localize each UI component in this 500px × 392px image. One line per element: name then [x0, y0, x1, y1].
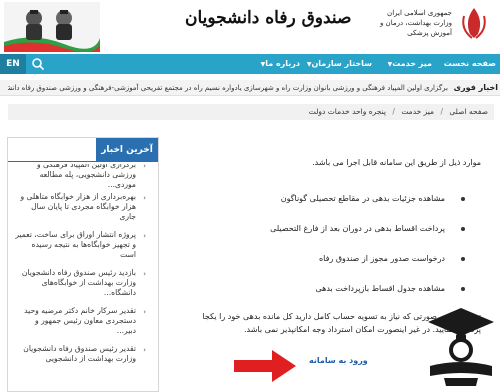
- option-item: پرداخت اقساط بدهی در دوران بعد از فارغ ا…: [270, 224, 465, 233]
- nav-org-structure[interactable]: ساختار سازمان▼: [304, 54, 372, 74]
- nav-service-desk[interactable]: میز خدمت▼: [385, 54, 432, 74]
- bullet-icon: [461, 256, 465, 261]
- news-item[interactable]: ‹ برگزاری اولین المپیاد فرهنگی و ورزشی دا…: [14, 164, 146, 190]
- news-item-text: بازدید رئیس صندوق رفاه دانشجویان وزارت ب…: [21, 268, 136, 297]
- news-item[interactable]: ‹ تقدیر سرکار خانم دکتر مرضیه وحید دستجرد…: [14, 306, 146, 336]
- language-button[interactable]: EN: [0, 54, 26, 74]
- news-item[interactable]: ‹ بازدید رئیس صندوق رفاه دانشجویان وزارت …: [14, 268, 146, 298]
- danyaar-watermark-logo: [428, 308, 494, 386]
- gov-line-1: جمهوری اسلامی ایران: [387, 9, 452, 17]
- option-label: مشاهده جزئیات بدهی در مقاطع تحصیلی گوناگ…: [280, 194, 445, 203]
- ticker-text[interactable]: برگزاری اولین المپیاد فرهنگی و ورزشی بان…: [8, 80, 448, 96]
- news-item-text: تقدیر سرکار خانم دکتر مرضیه وحید دستجردی…: [24, 306, 136, 335]
- iran-emblem-icon: [462, 8, 486, 39]
- option-label: پرداخت اقساط بدهی در دوران بعد از فارغ ا…: [270, 224, 445, 233]
- news-ticker: اخبار فوری برگزاری اولین المپیاد فرهنگی …: [0, 80, 500, 96]
- news-item-text: تقدیر رئیس صندوق رفاه دانشجویان وزارت به…: [23, 344, 136, 363]
- breadcrumb-home[interactable]: صفحه اصلی: [449, 107, 488, 116]
- nav-about-label: درباره ما: [265, 59, 300, 68]
- red-arrow-icon: [234, 350, 296, 382]
- breadcrumb-service-desk[interactable]: میز خدمت: [401, 107, 434, 116]
- nav-about[interactable]: درباره ما▼: [258, 54, 300, 74]
- search-icon[interactable]: [31, 57, 45, 71]
- nav-home-label: صفحه نخست: [443, 59, 496, 68]
- site-title: صندوق رفاه دانشجویان: [185, 8, 352, 28]
- option-item: مشاهده جدول اقساط بازپرداخت بدهی: [315, 284, 465, 293]
- news-item[interactable]: ‹ بهره‌برداری از هزار خوابگاه متاهلی و هز…: [14, 192, 146, 222]
- latest-news-title: آخرین اخبار: [96, 138, 158, 162]
- option-item: درخواست صدور مجوز از صندوق رفاه: [319, 254, 465, 263]
- bullet-icon: [461, 286, 465, 291]
- leaders-emblem-image: [4, 2, 100, 52]
- option-label: مشاهده جدول اقساط بازپرداخت بدهی: [315, 284, 445, 293]
- news-list[interactable]: ‹ برگزاری اولین المپیاد فرهنگی و ورزشی دا…: [8, 164, 158, 391]
- nav-org-structure-label: ساختار سازمان: [311, 59, 372, 68]
- login-link[interactable]: ورود به سامانه: [309, 356, 368, 365]
- breadcrumb-separator: /: [440, 107, 443, 116]
- news-item-text: پروژه انتشار اوراق برای ساخت، تعمیر و تج…: [15, 230, 136, 259]
- nav-home[interactable]: صفحه نخست: [444, 54, 496, 74]
- chevron-left-icon: ‹: [143, 308, 146, 316]
- breadcrumb-separator: /: [392, 107, 395, 116]
- news-item[interactable]: ‹ تقدیر رئیس صندوق رفاه دانشجویان وزارت ب…: [14, 344, 146, 364]
- gov-line-2: وزارت بهداشت، درمان و آموزش پزشکی: [379, 19, 452, 37]
- news-item-text: برگزاری اولین المپیاد فرهنگی و ورزشی دان…: [36, 164, 136, 189]
- page: صندوق رفاه دانشجویان جمهوری اسلامی ایران…: [0, 0, 500, 392]
- bullet-icon: [461, 226, 465, 231]
- option-item: مشاهده جزئیات بدهی در مقاطع تحصیلی گوناگ…: [281, 194, 465, 203]
- main-nav: EN صفحه نخست میز خدمت▼ ساختار سازمان▼ در…: [0, 54, 500, 74]
- latest-news-panel: آخرین اخبار ‹ برگزاری اولین المپیاد فرهنگ…: [7, 137, 159, 392]
- intro-text: موارد ذیل از طریق این سامانه قابل اجرا م…: [312, 158, 481, 167]
- breadcrumb-current: پنجره واحد خدمات دولت: [308, 107, 386, 116]
- bullet-icon: [461, 196, 465, 201]
- option-label: درخواست صدور مجوز از صندوق رفاه: [318, 254, 445, 263]
- news-item[interactable]: ‹ پروژه انتشار اوراق برای ساخت، تعمیر و ت…: [14, 230, 146, 260]
- ticker-label: اخبار فوری: [453, 83, 498, 92]
- chevron-left-icon: ‹: [143, 194, 146, 202]
- news-item-text: بهره‌برداری از هزار خوابگاه متاهلی و هزا…: [20, 192, 136, 221]
- chevron-left-icon: ‹: [143, 270, 146, 278]
- chevron-left-icon: ‹: [143, 232, 146, 240]
- header: صندوق رفاه دانشجویان جمهوری اسلامی ایران…: [0, 0, 500, 54]
- chevron-left-icon: ‹: [143, 346, 146, 354]
- nav-service-desk-label: میز خدمت: [392, 59, 432, 68]
- breadcrumb: صفحه اصلی / میز خدمت / پنجره واحد خدمات …: [8, 104, 494, 120]
- ministry-text: جمهوری اسلامی ایران وزارت بهداشت، درمان …: [360, 8, 452, 38]
- panel-divider: [8, 161, 158, 162]
- chevron-left-icon: ‹: [143, 164, 146, 170]
